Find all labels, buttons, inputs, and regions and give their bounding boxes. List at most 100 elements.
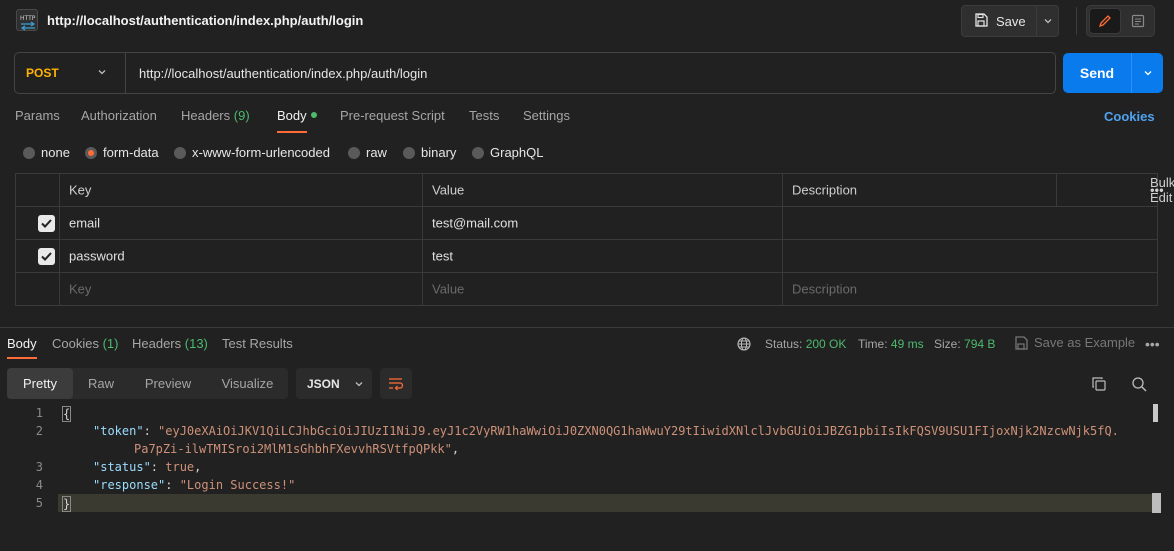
radio-label: none bbox=[41, 145, 70, 160]
send-button-group: Send bbox=[1063, 53, 1163, 93]
value-cell[interactable]: test@mail.com bbox=[422, 207, 782, 239]
row-enabled-checkbox[interactable] bbox=[38, 215, 55, 232]
key-input[interactable]: Key bbox=[59, 273, 422, 305]
column-header-label: Value bbox=[432, 182, 465, 198]
headers-count: (13) bbox=[184, 336, 208, 351]
json-key: "token" bbox=[93, 424, 144, 438]
edit-mode-button[interactable] bbox=[1089, 8, 1121, 34]
cookies-link[interactable]: Cookies bbox=[1104, 109, 1155, 124]
save-dropdown-button[interactable] bbox=[1037, 6, 1059, 36]
tab-tests[interactable]: Tests bbox=[469, 108, 499, 123]
save-as-example-button[interactable]: Save as Example bbox=[1014, 335, 1135, 350]
tab-headers[interactable]: Headers (9) bbox=[181, 108, 250, 123]
send-dropdown-button[interactable] bbox=[1132, 53, 1163, 93]
wrap-lines-button[interactable] bbox=[380, 368, 412, 399]
current-line-highlight bbox=[58, 494, 1152, 512]
format-label: JSON bbox=[307, 376, 340, 391]
radio-graphql[interactable]: GraphQL bbox=[472, 145, 543, 160]
send-button[interactable]: Send bbox=[1063, 53, 1131, 93]
chevron-down-icon bbox=[1044, 19, 1052, 24]
save-button[interactable]: Save bbox=[962, 6, 1036, 36]
status-label: Status: bbox=[765, 337, 803, 351]
http-request-icon: HTTP bbox=[16, 9, 38, 31]
tab-preview[interactable]: Preview bbox=[129, 368, 207, 399]
method-select[interactable]: POST bbox=[15, 53, 125, 93]
tab-body-label: Body bbox=[277, 108, 307, 123]
line-number: 4 bbox=[35, 478, 43, 492]
time-info[interactable]: Time: 49 ms bbox=[858, 337, 924, 351]
tab-headers-label: Headers bbox=[132, 336, 182, 351]
radio-none[interactable]: none bbox=[23, 145, 70, 160]
tab-authorization[interactable]: Authorization bbox=[81, 108, 157, 123]
more-options-icon[interactable]: ••• bbox=[1145, 336, 1160, 352]
column-header-label: Description bbox=[792, 182, 858, 198]
response-divider[interactable] bbox=[0, 327, 1174, 328]
tab-visualize[interactable]: Visualize bbox=[207, 368, 288, 399]
radio-indicator bbox=[174, 146, 186, 159]
globe-icon[interactable] bbox=[737, 337, 751, 351]
tab-prerequest-script[interactable]: Pre-request Script bbox=[340, 108, 445, 123]
tab-settings[interactable]: Settings bbox=[523, 108, 570, 123]
json-string-value: "Login Success!" bbox=[179, 478, 296, 492]
tab-test-results[interactable]: Test Results bbox=[222, 336, 293, 351]
checkmark-icon bbox=[41, 252, 52, 261]
status-info[interactable]: Status: 200 OK bbox=[765, 337, 846, 351]
title-bar: HTTP http://localhost/authentication/ind… bbox=[0, 0, 1174, 42]
radio-x-www-form-urlencoded[interactable]: x-www-form-urlencoded bbox=[174, 145, 330, 160]
save-label: Save bbox=[996, 13, 1026, 29]
description-cell[interactable] bbox=[782, 240, 1157, 272]
description-input[interactable]: Description bbox=[782, 273, 1157, 305]
column-header-label: Key bbox=[69, 182, 92, 198]
status-value: 200 OK bbox=[805, 337, 847, 351]
value-cell[interactable]: test bbox=[422, 240, 782, 272]
time-value: 49 ms bbox=[890, 337, 924, 351]
chevron-down-icon bbox=[355, 381, 363, 386]
tab-response-cookies[interactable]: Cookies (1) bbox=[52, 336, 118, 351]
search-icon[interactable] bbox=[1131, 376, 1147, 392]
radio-indicator bbox=[348, 146, 360, 159]
tab-headers-label: Headers bbox=[181, 108, 231, 123]
key-cell[interactable]: password bbox=[59, 240, 422, 272]
save-button-group: Save bbox=[961, 5, 1059, 37]
line-number: 1 bbox=[35, 406, 43, 420]
format-select[interactable]: JSON bbox=[296, 368, 372, 399]
tab-response-headers[interactable]: Headers (13) bbox=[132, 336, 208, 351]
tab-params[interactable]: Params bbox=[15, 108, 60, 123]
open-brace: { bbox=[62, 406, 72, 422]
checkmark-icon bbox=[41, 219, 52, 228]
table-row: email test@mail.com bbox=[16, 207, 1157, 240]
save-icon bbox=[1015, 335, 1028, 350]
bulk-edit-cell: ••• Bulk Edit bbox=[1056, 174, 1174, 206]
column-header-description: Description bbox=[782, 174, 1056, 206]
svg-text:HTTP: HTTP bbox=[20, 15, 36, 22]
chevron-down-icon bbox=[98, 70, 106, 75]
column-header-key: Key bbox=[59, 174, 422, 206]
row-enabled-checkbox[interactable] bbox=[38, 248, 55, 265]
url-input[interactable]: http://localhost/authentication/index.ph… bbox=[139, 66, 427, 81]
description-cell[interactable] bbox=[782, 207, 1157, 239]
description-placeholder: Description bbox=[792, 281, 858, 297]
scrollbar-thumb[interactable] bbox=[1153, 404, 1158, 422]
tab-raw[interactable]: Raw bbox=[73, 368, 129, 399]
code-line-wrapped: Pa7pZi-ilwTMISroi2MlM1sGhbhFXevvhRSVtfpQ… bbox=[134, 442, 460, 456]
save-icon bbox=[974, 12, 988, 30]
json-string-value: "eyJ0eXAiOiJKV1QiLCJhbGciOiJIUzI1NiJ9.ey… bbox=[158, 424, 1119, 438]
size-label: Size: bbox=[934, 337, 961, 351]
copy-icon[interactable] bbox=[1091, 376, 1107, 392]
value-placeholder: Value bbox=[432, 281, 465, 297]
response-body-editor[interactable]: 1 2 3 4 5 { "token": "eyJ0eXAiOiJKV1QiLC… bbox=[0, 404, 1174, 551]
table-row-placeholder: Key Value Description bbox=[16, 273, 1157, 305]
radio-form-data[interactable]: form-data bbox=[85, 145, 159, 160]
radio-raw[interactable]: raw bbox=[348, 145, 387, 160]
size-info[interactable]: Size: 794 B bbox=[934, 337, 995, 351]
json-boolean-value: true bbox=[165, 460, 195, 474]
tab-pretty[interactable]: Pretty bbox=[7, 368, 73, 399]
key-cell[interactable]: email bbox=[59, 207, 422, 239]
documentation-mode-button[interactable] bbox=[1123, 8, 1153, 34]
tab-body[interactable]: Body bbox=[277, 108, 317, 133]
radio-label: binary bbox=[421, 145, 457, 160]
radio-binary[interactable]: binary bbox=[403, 145, 456, 160]
value-input[interactable]: Value bbox=[422, 273, 782, 305]
tab-response-body[interactable]: Body bbox=[7, 336, 37, 359]
value-text: test bbox=[432, 248, 453, 264]
